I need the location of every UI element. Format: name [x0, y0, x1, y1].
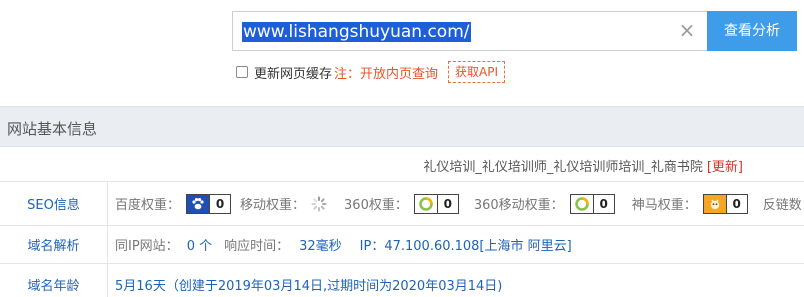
- url-input[interactable]: www.lishangshuyuan.com/ ×: [232, 11, 707, 51]
- so360-mobile-weight-badge[interactable]: 0: [569, 193, 615, 214]
- domain-age-row: 域名年龄 5月16天（创建于2019年03月14日,过期时间为2020年03月1…: [0, 264, 804, 297]
- analyze-button[interactable]: 查看分析: [707, 11, 797, 51]
- so360-mobile-weight-label: 360移动权重：: [473, 198, 564, 213]
- so360-mobile-weight-value: 0: [592, 194, 614, 213]
- shenma-weight: 神马权重： 0: [631, 193, 748, 214]
- seo-row-content: 百度权重： 0 移动权重： 360权重： 0 360移动权重： 0 神马权重： …: [115, 182, 804, 225]
- so360-weight: 360权重： 0: [344, 193, 459, 214]
- dns-row-label[interactable]: 域名解析: [0, 226, 108, 263]
- same-ip-value[interactable]: 0 个: [187, 235, 212, 254]
- so360-weight-label: 360权重：: [344, 198, 408, 213]
- dns-row-content: 同IP网站： 0 个 响应时间： 32毫秒 IP：47.100.60.108[上…: [115, 226, 572, 263]
- backlinks: 反链数：: [763, 194, 804, 213]
- seo-row-label[interactable]: SEO信息: [0, 182, 108, 225]
- so360-weight-badge[interactable]: 0: [413, 193, 459, 214]
- shenma-horse-icon: [703, 194, 726, 213]
- loading-spinner-icon: [311, 196, 327, 211]
- so360-mobile-logo-icon: [571, 195, 593, 213]
- url-input-value[interactable]: www.lishangshuyuan.com/: [242, 22, 471, 42]
- site-title: 礼仪培训_礼仪培训师_礼仪培训师培训_礼商书院 [更新]: [423, 156, 743, 175]
- site-title-row: 礼仪培训_礼仪培训师_礼仪培训师培训_礼商书院 [更新]: [0, 147, 804, 182]
- seo-row: SEO信息 百度权重： 0 移动权重： 360权重： 0 360移动权重： 0 …: [0, 182, 804, 226]
- inner-page-note: 注：开放内页查询: [334, 66, 439, 82]
- domain-age-value: 5月16天（创建于2019年03月14日,过期时间为2020年03月14日): [115, 278, 503, 294]
- site-title-text: 礼仪培训_礼仪培训师_礼仪培训师培训_礼商书院: [423, 160, 703, 175]
- section-title: 网站基本信息: [7, 120, 98, 138]
- section-header: 网站基本信息: [0, 106, 804, 147]
- so360-weight-value: 0: [436, 194, 458, 213]
- response-time-label: 响应时间：: [224, 239, 290, 254]
- ip-info[interactable]: IP：47.100.60.108[上海市 阿里云]: [360, 235, 572, 254]
- baidu-weight-badge[interactable]: 0: [186, 193, 232, 214]
- domain-age-label[interactable]: 域名年龄: [0, 264, 108, 297]
- dns-row: 域名解析 同IP网站： 0 个 响应时间： 32毫秒 IP：47.100.60.…: [0, 226, 804, 264]
- same-ip-label: 同IP网站：: [115, 239, 179, 254]
- so360-logo-icon: [415, 195, 437, 213]
- refresh-cache-label[interactable]: 更新网页缓存: [254, 63, 332, 82]
- close-icon[interactable]: ×: [677, 20, 697, 40]
- domain-age-content: 5月16天（创建于2019年03月14日,过期时间为2020年03月14日): [115, 264, 502, 297]
- refresh-cache-checkbox[interactable]: [236, 66, 248, 78]
- shenma-weight-badge[interactable]: 0: [702, 193, 748, 214]
- baidu-paw-icon: [187, 194, 210, 213]
- so360-mobile-weight: 360移动权重： 0: [473, 193, 615, 214]
- baidu-weight-label: 百度权重：: [115, 198, 181, 213]
- mobile-weight: 移动权重：: [240, 194, 327, 213]
- search-options: 更新网页缓存 注：开放内页查询 获取API: [236, 60, 506, 84]
- baidu-weight: 百度权重： 0: [115, 193, 232, 214]
- baidu-weight-value: 0: [209, 194, 230, 213]
- shenma-weight-label: 神马权重：: [631, 198, 697, 213]
- response-time-value: 32毫秒: [299, 239, 342, 254]
- mobile-weight-label: 移动权重：: [240, 198, 306, 213]
- backlinks-label: 反链数：: [762, 198, 804, 213]
- get-api-button[interactable]: 获取API: [448, 61, 506, 83]
- update-link[interactable]: [更新]: [707, 160, 743, 175]
- shenma-weight-value: 0: [725, 194, 747, 213]
